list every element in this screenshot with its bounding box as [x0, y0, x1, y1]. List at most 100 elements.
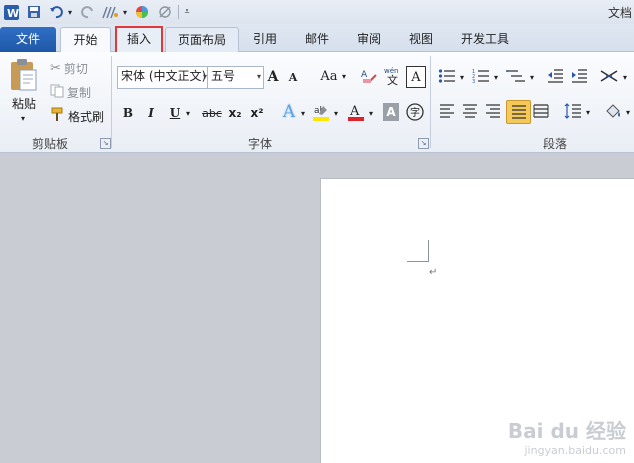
- svg-text:文: 文: [387, 73, 398, 86]
- font-color-icon[interactable]: A: [346, 101, 366, 123]
- copy-icon: [50, 84, 64, 101]
- text-effects-dropdown-icon[interactable]: ▾: [299, 103, 307, 123]
- chevron-down-icon: ▾: [256, 72, 261, 81]
- highlight-dropdown-icon[interactable]: ▾: [332, 103, 340, 123]
- text-effects-icon[interactable]: A: [280, 101, 298, 123]
- copy-button[interactable]: 复制: [50, 83, 91, 101]
- shading-dropdown-icon[interactable]: ▾: [624, 103, 632, 121]
- paragraph-mark-icon: ↵: [429, 267, 438, 278]
- customize-qat-icon[interactable]: ⩡: [182, 3, 192, 21]
- qat-separator: [178, 5, 179, 19]
- shading-icon[interactable]: [603, 101, 623, 121]
- brush-tool-icon[interactable]: [100, 3, 120, 21]
- svg-text:3: 3: [472, 79, 475, 84]
- tab-page-layout[interactable]: 页面布局: [165, 27, 239, 53]
- format-painter-label: 格式刷: [68, 109, 105, 124]
- ribbon-tab-bar: 文件 开始 插入 页面布局 引用 邮件 审阅 视图 开发工具: [0, 24, 634, 56]
- brush-dropdown-icon[interactable]: ▾: [121, 3, 129, 21]
- paste-icon[interactable]: [6, 57, 40, 93]
- subscript-button[interactable]: x₂: [226, 103, 244, 123]
- character-shading-icon[interactable]: A: [383, 103, 399, 121]
- grow-font-button[interactable]: A: [264, 66, 282, 87]
- clipboard-group-label: 剪贴板: [31, 137, 68, 151]
- highlight-color-icon[interactable]: ab: [311, 101, 331, 123]
- superscript-button[interactable]: x²: [248, 103, 266, 123]
- watermark: Bai du 经验 jingyan.baidu.com: [508, 415, 626, 457]
- paragraph-group-label: 段落: [542, 137, 567, 151]
- format-painter-button[interactable]: 格式刷: [50, 107, 104, 125]
- window-title: 文档: [607, 6, 632, 20]
- line-spacing-dropdown-icon[interactable]: ▾: [584, 103, 592, 121]
- strikethrough-button[interactable]: abc: [200, 103, 224, 123]
- decrease-indent-icon[interactable]: [545, 66, 565, 86]
- copy-label: 复制: [67, 85, 92, 100]
- multilevel-list-icon[interactable]: [505, 66, 527, 86]
- align-right-icon[interactable]: [483, 101, 503, 121]
- group-separator: [430, 56, 431, 148]
- tab-file[interactable]: 文件: [0, 27, 56, 52]
- align-left-icon[interactable]: [437, 101, 457, 121]
- svg-text:A: A: [349, 104, 360, 119]
- document-page[interactable]: ↵ Bai du 经验 jingyan.baidu.com: [320, 178, 634, 463]
- paste-button[interactable]: 粘贴: [4, 94, 44, 112]
- svg-text:字: 字: [410, 106, 420, 119]
- clipboard-dialog-launcher[interactable]: ↘: [100, 138, 111, 149]
- change-case-dropdown-icon[interactable]: ▾: [340, 66, 348, 87]
- character-border-icon[interactable]: A: [406, 66, 426, 88]
- change-case-button[interactable]: Aa: [318, 66, 340, 87]
- undo-icon[interactable]: [48, 3, 64, 21]
- numbering-dropdown-icon[interactable]: ▾: [492, 68, 500, 86]
- increase-indent-icon[interactable]: [569, 66, 589, 86]
- chinese-layout-icon[interactable]: [598, 66, 620, 86]
- underline-button[interactable]: U: [167, 103, 183, 123]
- shrink-font-button[interactable]: A: [285, 68, 301, 87]
- font-group-label: 字体: [247, 137, 272, 151]
- clear-formatting-icon[interactable]: A: [359, 65, 379, 87]
- italic-button[interactable]: I: [143, 103, 159, 123]
- format-painter-icon: [50, 107, 65, 125]
- group-separator: [111, 56, 112, 148]
- cut-button[interactable]: ✂ 剪切: [50, 59, 88, 77]
- font-size-combo[interactable]: 五号 ▾: [207, 66, 264, 89]
- undo-dropdown-icon[interactable]: ▾: [66, 3, 74, 21]
- font-name-combo[interactable]: 宋体 (中文正文) ▾: [117, 66, 210, 89]
- redo-icon[interactable]: [80, 3, 96, 21]
- multilevel-dropdown-icon[interactable]: ▾: [528, 68, 536, 86]
- tab-view[interactable]: 视图: [401, 27, 441, 52]
- chinese-layout-dropdown-icon[interactable]: ▾: [621, 68, 629, 86]
- save-icon[interactable]: [26, 3, 42, 21]
- no-style-icon[interactable]: [157, 3, 173, 21]
- numbering-icon[interactable]: 123: [471, 66, 491, 86]
- justify-icon[interactable]: [506, 100, 531, 124]
- tab-review[interactable]: 审阅: [349, 27, 389, 52]
- watermark-url: jingyan.baidu.com: [524, 444, 626, 457]
- cut-label: 剪切: [63, 61, 88, 76]
- watermark-brand: Bai du 经验: [507, 419, 626, 443]
- font-name-value: 宋体 (中文正文): [121, 69, 207, 83]
- tab-references[interactable]: 引用: [245, 27, 285, 52]
- font-color-dropdown-icon[interactable]: ▾: [367, 103, 375, 123]
- phonetic-guide-icon[interactable]: wén 文: [383, 65, 403, 87]
- word-logo-icon: W: [3, 3, 19, 21]
- bullets-icon[interactable]: [437, 66, 457, 86]
- font-dialog-launcher[interactable]: ↘: [418, 138, 429, 149]
- line-spacing-icon[interactable]: [563, 101, 583, 121]
- tab-home[interactable]: 开始: [60, 27, 111, 54]
- underline-dropdown-icon[interactable]: ▾: [184, 103, 192, 123]
- enclose-characters-icon[interactable]: 字: [405, 102, 425, 122]
- margin-corner-mark: [407, 240, 429, 262]
- font-size-value: 五号: [211, 69, 236, 83]
- quick-access-toolbar: W ▾ ▾ ⩡ 文档: [0, 0, 634, 24]
- svg-text:W: W: [7, 7, 19, 20]
- bold-button[interactable]: B: [120, 103, 136, 123]
- tab-developer[interactable]: 开发工具: [452, 27, 518, 52]
- paste-dropdown-icon[interactable]: ▾: [18, 113, 28, 123]
- svg-text:A: A: [361, 70, 368, 80]
- bullets-dropdown-icon[interactable]: ▾: [458, 68, 466, 86]
- align-center-icon[interactable]: [460, 101, 480, 121]
- distributed-icon[interactable]: [531, 101, 551, 121]
- ribbon: 粘贴 ▾ ✂ 剪切 复制 格式刷 剪贴板 ↘ 宋体 (中文正文) ▾ 五号 ▾ …: [0, 52, 634, 153]
- color-wheel-icon[interactable]: [134, 3, 150, 21]
- tab-mailings[interactable]: 邮件: [297, 27, 337, 52]
- scissors-icon: ✂: [50, 60, 61, 76]
